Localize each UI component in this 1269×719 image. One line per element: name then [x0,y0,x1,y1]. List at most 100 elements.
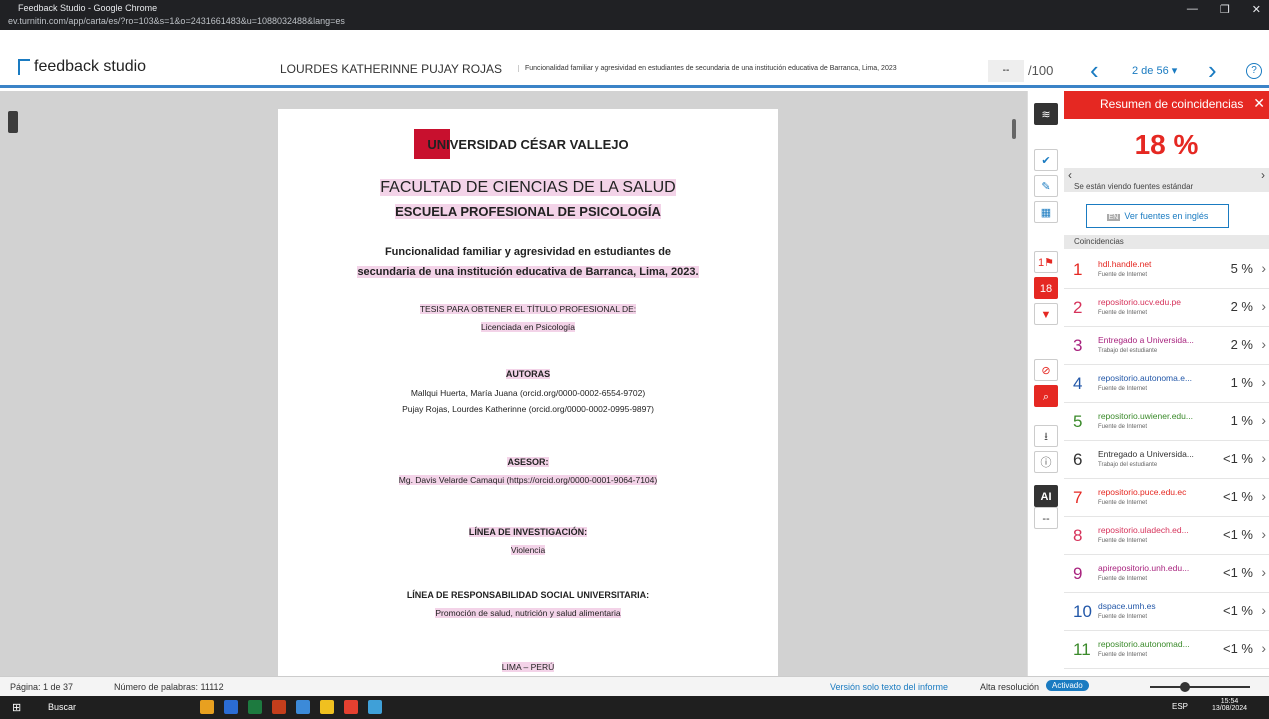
chevron-right-icon[interactable]: › [1261,564,1266,580]
grade-input[interactable]: -- [988,60,1024,82]
address-bar[interactable]: ev.turnitin.com/app/carta/es/?ro=103&s=1… [8,16,345,26]
zoom-slider[interactable] [1150,686,1250,688]
source-search-icon[interactable]: ⌕ [1034,385,1058,407]
layers-icon[interactable]: ≋ [1034,103,1058,125]
edge-icon[interactable] [296,700,310,714]
language-indicator[interactable]: ESP [1172,702,1188,711]
match-source[interactable]: repositorio.puce.edu.ec [1098,487,1186,497]
document-scrollbar[interactable] [1012,119,1016,139]
taskbar-search[interactable]: Buscar [48,702,76,712]
text-only-link[interactable]: Versión solo texto del informe [830,682,948,692]
source-view-bar: ‹ › Se están viendo fuentes estándar [1064,168,1269,192]
powerpoint-icon[interactable] [272,700,286,714]
app-header: feedback studio LOURDES KATHERINNE PUJAY… [0,30,1269,88]
thesis-label: TESIS PARA OBTENER EL TÍTULO PROFESIONAL… [419,304,637,314]
chevron-right-icon[interactable]: › [1261,298,1266,314]
match-source[interactable]: repositorio.uwiener.edu... [1098,411,1193,421]
match-source[interactable]: repositorio.ucv.edu.pe [1098,297,1181,307]
document-viewer[interactable]: UNIVERSIDAD CÉSAR VALLEJO FACULTAD DE CI… [0,91,1027,688]
match-row[interactable]: 1 hdl.handle.net Fuente de Internet 5 % › [1064,251,1269,289]
match-source[interactable]: repositorio.uladech.ed... [1098,525,1189,535]
similarity-percent: 18 % [1134,129,1199,160]
zoom-slider-handle[interactable] [1180,682,1190,692]
match-percent: <1 % [1223,489,1253,504]
match-source[interactable]: repositorio.autonomad... [1098,639,1190,649]
match-source[interactable]: repositorio.autonoma.e... [1098,373,1192,383]
match-row[interactable]: 9 apirepositorio.unh.edu... Fuente de Inte… [1064,555,1269,593]
match-row[interactable]: 11 repositorio.autonomad... Fuente de Inte… [1064,631,1269,669]
match-source-type: Trabajo del estudiante [1098,462,1158,468]
chevron-right-icon[interactable]: › [1261,602,1266,618]
match-source[interactable]: Entregado a Universida... [1098,449,1194,459]
panel-title: Resumen de coincidencias [1100,97,1244,111]
clock[interactable]: 15:54 13/08/2024 [1212,698,1247,712]
document-page: UNIVERSIDAD CÉSAR VALLEJO FACULTAD DE CI… [278,109,778,688]
high-res-toggle[interactable]: Activado [1046,680,1089,691]
app-icon[interactable] [200,700,214,714]
page-indicator: Página: 1 de 37 [10,682,74,692]
match-source[interactable]: hdl.handle.net [1098,259,1151,269]
prev-paper-button[interactable]: ‹ [1090,55,1099,86]
chevron-right-icon[interactable]: › [1261,168,1265,182]
word-count: Número de palabras: 11112 [114,682,224,692]
flag-count-icon[interactable]: 1⚑ [1034,251,1058,273]
match-row[interactable]: 2 repositorio.ucv.edu.pe Fuente de Interne… [1064,289,1269,327]
zoom-icon[interactable] [368,700,382,714]
paper-title: Funcionalidad familiar y agresividad en … [518,65,897,72]
match-row[interactable]: 4 repositorio.autonoma.e... Fuente de Inte… [1064,365,1269,403]
match-number: 8 [1073,526,1083,545]
grading-check-icon[interactable]: ✔ [1034,149,1058,171]
chevron-right-icon[interactable]: › [1261,450,1266,466]
chevron-right-icon[interactable]: › [1261,336,1266,352]
chevron-right-icon[interactable]: › [1261,260,1266,276]
match-source[interactable]: Entregado a Universida... [1098,335,1194,345]
close-panel-icon[interactable]: ✕ [1253,95,1265,112]
match-number: 9 [1073,564,1083,583]
chevron-right-icon[interactable]: › [1261,374,1266,390]
matches-heading: Coincidencias [1064,235,1269,249]
exclude-icon[interactable]: ⊘ [1034,359,1058,381]
city: LIMA – PERÚ [501,662,555,672]
filter-icon[interactable]: ▼ [1034,303,1058,325]
match-source[interactable]: apirepositorio.unh.edu... [1098,563,1189,573]
info-icon[interactable]: ⓘ [1034,451,1058,473]
chevron-right-icon[interactable]: › [1261,412,1266,428]
minimize-button[interactable]: — [1187,3,1198,16]
excel-icon[interactable] [248,700,262,714]
english-sources-button[interactable]: EN Ver fuentes en inglés [1086,204,1229,228]
maximize-button[interactable]: ❐ [1220,3,1230,16]
close-window-button[interactable]: ✕ [1252,3,1261,16]
chevron-right-icon[interactable]: › [1261,488,1266,504]
side-drawer-handle[interactable] [8,111,18,133]
windows-start-icon[interactable]: ⊞ [12,701,21,714]
match-row[interactable]: 6 Entregado a Universida... Trabajo del es… [1064,441,1269,479]
match-source[interactable]: dspace.umh.es [1098,601,1156,611]
rubric-grid-icon[interactable]: ▦ [1034,201,1058,223]
explorer-icon[interactable] [320,700,334,714]
chevron-right-icon[interactable]: › [1261,526,1266,542]
match-row[interactable]: 5 repositorio.uwiener.edu... Fuente de Int… [1064,403,1269,441]
feedback-edit-icon[interactable]: ✎ [1034,175,1058,197]
match-row[interactable]: 7 repositorio.puce.edu.ec Fuente de Intern… [1064,479,1269,517]
match-row[interactable]: 8 repositorio.uladech.ed... Fuente de Inte… [1064,517,1269,555]
help-icon[interactable]: ? [1246,63,1262,79]
match-source-type: Fuente de Internet [1098,538,1148,544]
match-row[interactable]: 3 Entregado a Universida... Trabajo del es… [1064,327,1269,365]
chevron-right-icon[interactable]: › [1261,640,1266,656]
download-icon[interactable]: ⭳ [1034,425,1058,447]
paper-pager[interactable]: 2 de 56 ▾ [1132,64,1177,77]
match-row[interactable]: 10 dspace.umh.es Fuente de Internet <1 % › [1064,593,1269,631]
research-line: Violencia [510,545,546,555]
next-paper-button[interactable]: › [1208,55,1217,86]
high-res-label: Alta resolución [980,682,1040,692]
author-2: Pujay Rojas, Lourdes Katherinne (orcid.o… [402,404,654,414]
match-count-badge[interactable]: 18 [1034,277,1058,299]
university-name: UNIVERSIDAD CÉSAR VALLEJO [427,137,629,152]
word-icon[interactable] [224,700,238,714]
ai-icon[interactable]: AI [1034,485,1058,507]
student-name: LOURDES KATHERINNE PUJAY ROJAS [280,62,503,76]
match-percent: <1 % [1223,451,1253,466]
chrome-icon[interactable] [344,700,358,714]
match-source-type: Fuente de Internet [1098,386,1148,392]
chevron-left-icon[interactable]: ‹ [1068,168,1072,182]
